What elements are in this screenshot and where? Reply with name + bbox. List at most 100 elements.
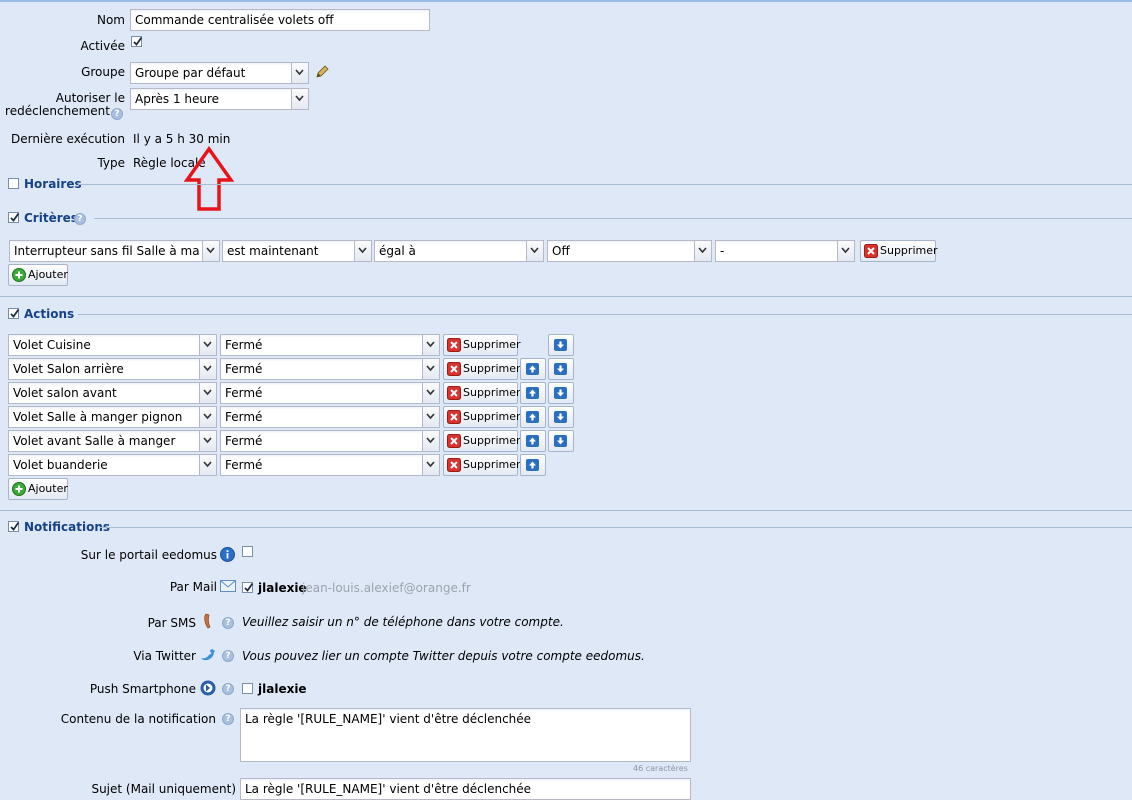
action-device-value: Volet Salon arrière [13,362,124,376]
delete-x-icon [447,362,461,376]
contenu-label: Contenu de la notification [60,712,216,726]
action-state-value: Fermé [225,410,263,424]
edit-pencil-icon[interactable] [314,64,330,80]
chevron-down-icon[interactable] [422,359,439,379]
activee-checkbox[interactable] [131,36,143,47]
action-delete-button[interactable]: Supprimer [443,430,521,452]
section-title-notifications: Notifications [24,520,111,534]
smartphone-push-icon [200,680,216,696]
help-icon[interactable]: ? [222,617,234,629]
chevron-down-icon[interactable] [199,407,216,427]
action-delete-button[interactable]: Supprimer [443,358,521,380]
action-device-value: Volet Cuisine [13,338,91,352]
nom-input[interactable]: Commande centralisée volets off [130,9,430,31]
critere-operator-select[interactable]: égal à [374,240,544,262]
action-state-select[interactable]: Fermé [220,358,440,380]
add-action-button[interactable]: Ajouter [8,478,68,500]
actions-checkbox[interactable] [8,308,20,319]
action-state-select[interactable]: Fermé [220,382,440,404]
action-state-value: Fermé [225,458,263,472]
chevron-down-icon[interactable] [837,241,854,261]
help-icon[interactable]: ? [111,108,123,120]
push-checkbox[interactable] [242,683,253,694]
horaires-checkbox[interactable] [8,178,19,189]
portail-checkbox[interactable] [242,546,253,557]
mail-envelope-icon [220,580,236,592]
critere-device-select[interactable]: Interrupteur sans fil Salle à manger [9,240,220,262]
move-up-button[interactable] [520,454,546,476]
mail-checkbox[interactable] [242,582,254,593]
move-down-button[interactable] [548,406,574,428]
groupe-select[interactable]: Groupe par défaut [130,62,309,84]
critere-delete-button[interactable]: Supprimer [860,240,938,262]
chevron-down-icon[interactable] [422,431,439,451]
chevron-down-icon[interactable] [291,63,308,83]
action-delete-button[interactable]: Supprimer [443,406,521,428]
action-device-select[interactable]: Volet Salon arrière [8,358,217,380]
action-state-select[interactable]: Fermé [220,430,440,452]
chevron-down-icon[interactable] [422,407,439,427]
section-title-actions: Actions [24,307,75,321]
action-device-select[interactable]: Volet Cuisine [8,334,217,356]
action-delete-button[interactable]: Supprimer [443,454,521,476]
critere-when-select[interactable]: est maintenant [222,240,372,262]
chevron-down-icon[interactable] [526,241,543,261]
chevron-down-icon[interactable] [199,383,216,403]
chevron-down-icon[interactable] [199,455,216,475]
action-device-select[interactable]: Volet avant Salle à manger [8,430,217,452]
action-delete-button[interactable]: Supprimer [443,382,521,404]
help-icon[interactable]: ? [222,650,234,662]
move-down-button[interactable] [548,430,574,452]
chevron-down-icon[interactable] [291,89,308,109]
chevron-down-icon[interactable] [202,241,219,261]
move-down-button[interactable] [548,358,574,380]
sujet-input[interactable]: La règle '[RULE_NAME]' vient d'être décl… [240,778,691,800]
chevron-down-icon[interactable] [422,335,439,355]
chevron-down-icon[interactable] [199,359,216,379]
move-up-button[interactable] [520,406,546,428]
action-state-select[interactable]: Fermé [220,334,440,356]
move-down-button[interactable] [548,334,574,356]
move-up-button[interactable] [520,358,546,380]
chevron-down-icon[interactable] [199,335,216,355]
critere-value-select[interactable]: Off [547,240,712,262]
action-state-value: Fermé [225,362,263,376]
push-user: jlalexie [258,682,307,696]
criteres-checkbox[interactable] [8,212,20,223]
action-device-select[interactable]: Volet salon avant [8,382,217,404]
twitter-label: Via Twitter [133,649,196,663]
autoriser-select[interactable]: Après 1 heure [130,88,309,110]
action-state-select[interactable]: Fermé [220,454,440,476]
action-device-value: Volet salon avant [13,386,117,400]
chevron-down-icon[interactable] [199,431,216,451]
contenu-textarea[interactable]: La règle '[RULE_NAME]' vient d'être décl… [240,708,691,762]
delete-x-icon [447,410,461,424]
help-icon[interactable]: ? [222,713,234,725]
phone-icon [202,613,214,629]
chevron-down-icon[interactable] [422,383,439,403]
move-down-button[interactable] [548,382,574,404]
action-delete-label: Supprimer [463,386,521,399]
move-up-button[interactable] [520,430,546,452]
chevron-down-icon[interactable] [694,241,711,261]
help-icon[interactable]: ? [74,213,86,225]
chevron-down-icon[interactable] [422,455,439,475]
action-state-select[interactable]: Fermé [220,406,440,428]
action-delete-label: Supprimer [463,362,521,375]
action-device-select[interactable]: Volet buanderie [8,454,217,476]
notifications-checkbox[interactable] [8,521,20,532]
help-icon[interactable]: ? [222,683,234,695]
delete-x-icon [447,386,461,400]
critere-extra-select[interactable]: - [715,240,855,262]
info-icon[interactable] [220,547,235,562]
critere-device-value: Interrupteur sans fil Salle à manger [14,244,199,258]
action-delete-button[interactable]: Supprimer [443,334,521,356]
action-device-value: Volet Salle à manger pignon [13,410,183,424]
section-divider [0,510,1132,511]
add-critere-button[interactable]: Ajouter [8,264,68,286]
action-device-select[interactable]: Volet Salle à manger pignon [8,406,217,428]
twitter-text: Vous pouvez lier un compte Twitter depui… [242,649,645,663]
chevron-down-icon[interactable] [354,241,371,261]
move-up-button[interactable] [520,382,546,404]
section-divider [0,296,1132,297]
